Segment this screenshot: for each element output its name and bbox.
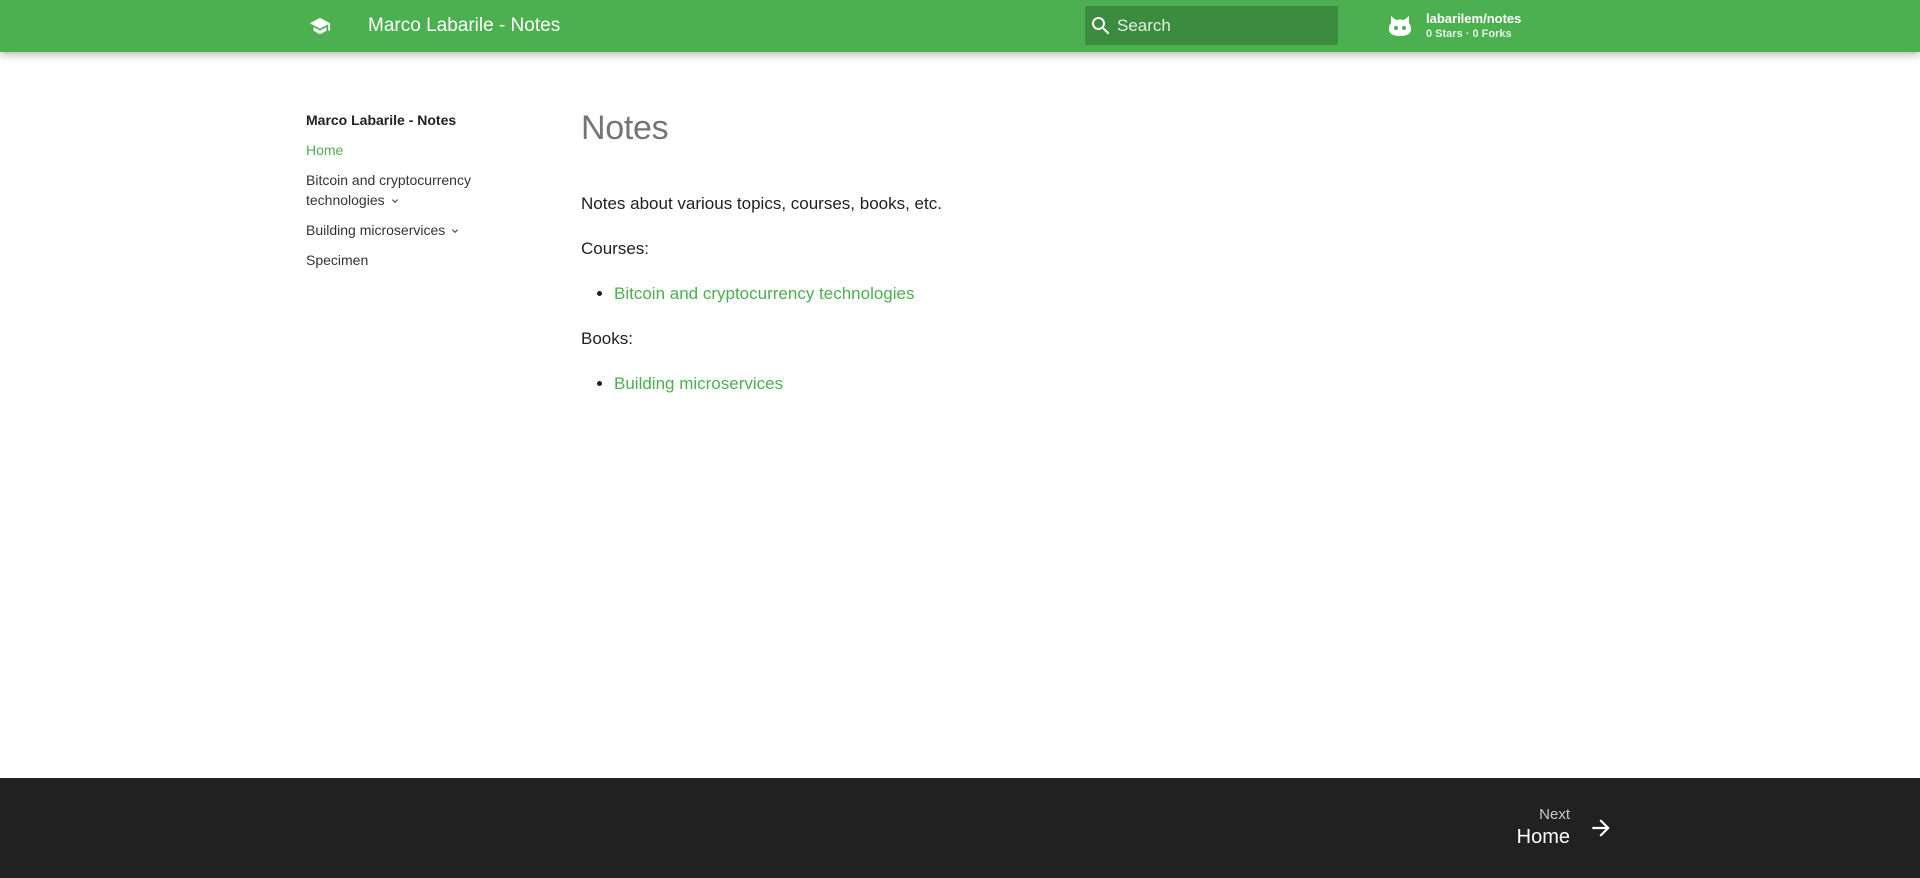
sidebar-item-home[interactable]: Home: [306, 140, 536, 160]
next-direction-label: Next: [1539, 806, 1570, 823]
courses-label: Courses:: [581, 239, 650, 258]
next-page-title: Home: [1516, 826, 1570, 848]
next-page-link[interactable]: Next Home: [1517, 806, 1614, 850]
sidebar-nav: Marco Labarile - Notes Home Bitcoin and …: [306, 110, 536, 280]
main-content: Notes Notes about various topics, course…: [581, 104, 1481, 415]
search-box[interactable]: [1085, 6, 1338, 45]
page-title: Notes: [581, 109, 669, 147]
search-icon: [1085, 6, 1117, 45]
chevron-down-icon: [452, 229, 459, 234]
sidebar-item-microservices[interactable]: Building microservices: [306, 220, 536, 240]
footer: Next Home: [0, 778, 1920, 878]
chevron-down-icon: [391, 199, 398, 204]
books-label: Books:: [581, 329, 633, 348]
repo-name: labarilem/notes: [1426, 11, 1522, 26]
repo-link[interactable]: labarilem/notes 0 Stars · 0 Forks: [1380, 8, 1521, 44]
sidebar-item-bitcoin[interactable]: Bitcoin and cryptocurrency technologies: [306, 170, 536, 210]
top-header: Marco Labarile - Notes labarilem/notes 0…: [0, 0, 1920, 52]
sidebar-item-label: Building microservices: [306, 222, 446, 238]
list-item: Bitcoin and cryptocurrency technologies: [614, 280, 1481, 308]
logo-button[interactable]: [300, 10, 340, 42]
course-link-bitcoin[interactable]: Bitcoin and cryptocurrency technologies: [614, 284, 915, 303]
list-item: Building microservices: [614, 370, 1481, 398]
github-icon: [1380, 8, 1420, 44]
search-input[interactable]: [1117, 6, 1338, 45]
arrow-forward-icon: [1592, 819, 1610, 837]
repo-facts: 0 Stars · 0 Forks: [1426, 28, 1512, 40]
courses-list: Bitcoin and cryptocurrency technologies: [614, 280, 1481, 308]
sidebar-item-specimen[interactable]: Specimen: [306, 250, 536, 270]
school-icon: [309, 17, 331, 35]
site-title: Marco Labarile - Notes: [368, 15, 561, 36]
books-list: Building microservices: [614, 370, 1481, 398]
book-link-microservices[interactable]: Building microservices: [614, 374, 783, 393]
intro-text: Notes about various topics, courses, boo…: [581, 194, 942, 213]
nav-title: Marco Labarile - Notes: [306, 112, 457, 128]
